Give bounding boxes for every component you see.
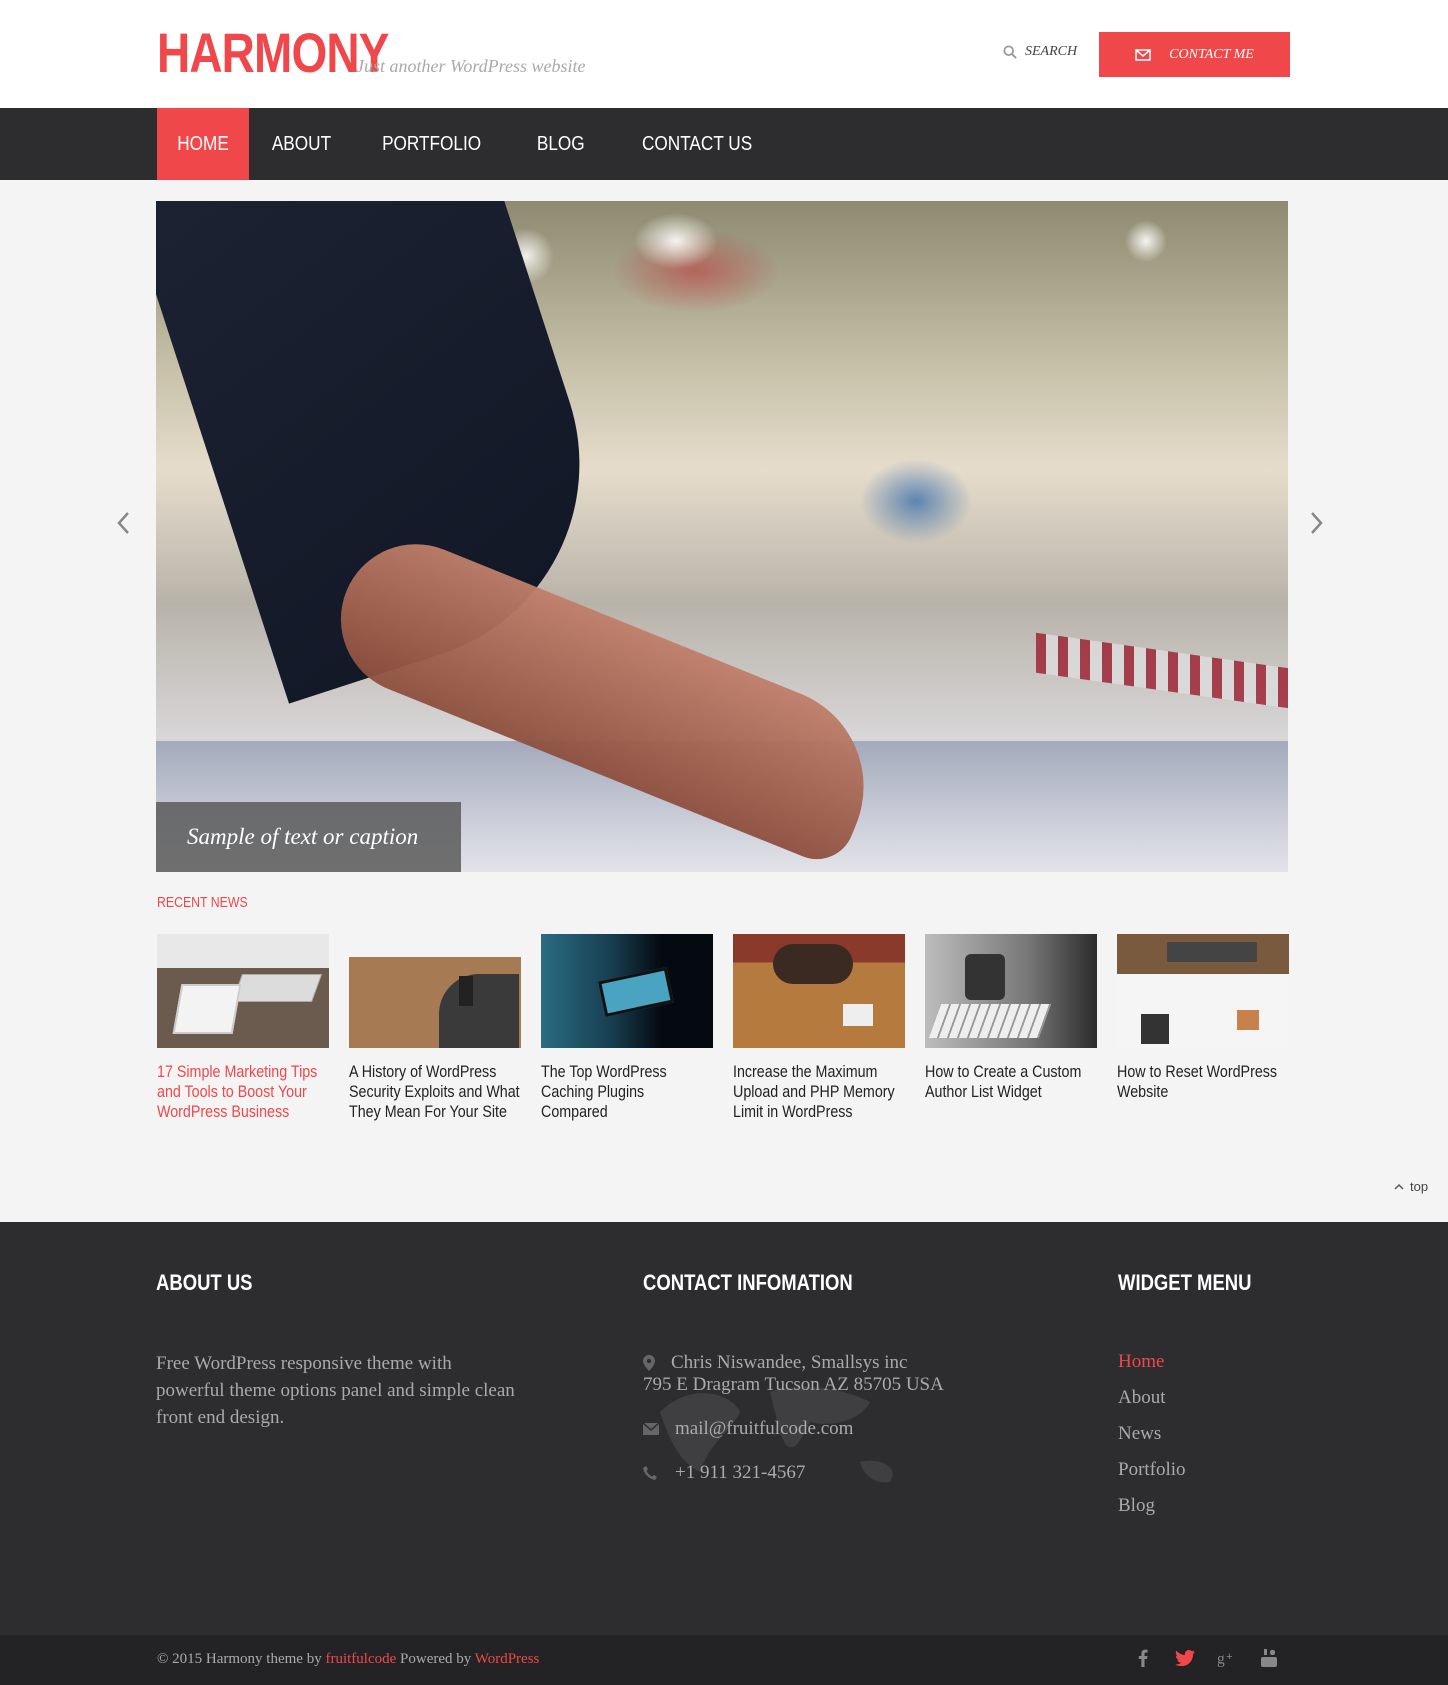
twitter-icon[interactable] xyxy=(1175,1647,1195,1669)
nav-item-blog[interactable]: BLOG xyxy=(517,108,605,180)
footer-address-line2: 795 E Dragram Tucson AZ 85705 USA xyxy=(643,1374,944,1395)
back-to-top-link[interactable]: top xyxy=(1394,1179,1428,1194)
footer-menu-item-blog[interactable]: Blog xyxy=(1118,1494,1186,1517)
footer-widget-menu: Home About News Portfolio Blog xyxy=(1118,1350,1186,1530)
nav-item-portfolio[interactable]: PORTFOLIO xyxy=(358,108,505,180)
news-item[interactable]: 17 Simple Marketing Tips and Tools to Bo… xyxy=(157,934,329,1122)
main-nav: HOME ABOUT PORTFOLIO BLOG CONTACT US xyxy=(0,108,1448,180)
search-toggle[interactable]: SEARCH xyxy=(1003,44,1077,60)
hero-slider: Sample of text or caption xyxy=(156,201,1288,872)
chevron-up-icon xyxy=(1394,1183,1404,1190)
footer-about-text: Free WordPress responsive theme with pow… xyxy=(156,1353,515,1428)
envelope-icon xyxy=(643,1423,659,1435)
nav-item-about[interactable]: ABOUT xyxy=(253,108,350,180)
footer-phone-number: +1 911 321-4567 xyxy=(675,1462,806,1483)
wordpress-link[interactable]: WordPress xyxy=(475,1651,540,1667)
news-item[interactable]: How to Reset WordPress Website xyxy=(1117,934,1289,1102)
youtube-icon[interactable] xyxy=(1259,1647,1279,1669)
news-thumbnail[interactable] xyxy=(157,934,329,1048)
footer-email-link[interactable]: mail@fruitfulcode.com xyxy=(675,1418,853,1440)
nav-item-contact-us[interactable]: CONTACT US xyxy=(617,108,777,180)
nav-item-label: CONTACT US xyxy=(641,132,752,155)
back-to-top-label: top xyxy=(1410,1179,1429,1194)
footer-phone: +1 911 321-4567 xyxy=(643,1462,805,1484)
slider-image-knobs xyxy=(1036,632,1288,710)
news-title[interactable]: The Top WordPress Caching Plugins Compar… xyxy=(541,1062,713,1122)
phone-icon xyxy=(643,1466,657,1480)
google-plus-icon[interactable]: g + xyxy=(1217,1647,1237,1669)
footer-menu-item-home[interactable]: Home xyxy=(1118,1350,1186,1373)
news-title[interactable]: How to Create a Custom Author List Widge… xyxy=(925,1062,1097,1102)
slider-next-arrow-icon[interactable] xyxy=(1306,510,1326,536)
contact-me-label: CONTACT ME xyxy=(1169,46,1254,62)
footer-menu-item-about[interactable]: About xyxy=(1118,1386,1186,1409)
contact-me-button[interactable]: CONTACT ME xyxy=(1099,32,1290,77)
footer-address-line1: Chris Niswandee, Smallsys inc xyxy=(671,1352,908,1373)
svg-text:g: g xyxy=(1217,1650,1225,1667)
news-item[interactable]: A History of WordPress Security Exploits… xyxy=(349,934,521,1122)
news-title[interactable]: 17 Simple Marketing Tips and Tools to Bo… xyxy=(157,1062,329,1122)
nav-item-label: PORTFOLIO xyxy=(381,132,482,155)
footer-about-heading: ABOUT US xyxy=(156,1270,253,1295)
footer-contact-heading: CONTACT INFOMATION xyxy=(643,1270,853,1295)
news-thumbnail[interactable] xyxy=(1117,934,1289,1048)
copyright-text: © 2015 Harmony theme by xyxy=(157,1651,322,1667)
search-icon xyxy=(1003,45,1017,59)
recent-news-heading: RECENT NEWS xyxy=(157,894,248,911)
map-marker-icon xyxy=(643,1355,655,1371)
news-thumbnail[interactable] xyxy=(349,934,521,1048)
site-logo[interactable]: HARMONY xyxy=(157,20,389,85)
copyright: © 2015 Harmony theme by fruitfulcode Pow… xyxy=(157,1651,539,1668)
footer-widget-menu-heading: WIDGET MENU xyxy=(1118,1270,1252,1295)
site-footer: ABOUT US Free WordPress responsive theme… xyxy=(0,1222,1448,1635)
nav-item-label: ABOUT xyxy=(271,132,332,155)
news-thumbnail[interactable] xyxy=(733,934,905,1048)
search-label: SEARCH xyxy=(1025,44,1078,59)
news-thumbnail[interactable] xyxy=(925,934,1097,1048)
slider-caption: Sample of text or caption xyxy=(156,802,461,872)
social-links: g + xyxy=(1133,1647,1279,1669)
footer-address: Chris Niswandee, Smallsys inc xyxy=(643,1352,907,1374)
site-header: HARMONY Just another WordPress website S… xyxy=(0,0,1448,108)
news-title[interactable]: A History of WordPress Security Exploits… xyxy=(349,1062,521,1122)
site-tagline: Just another WordPress website xyxy=(356,56,586,76)
news-title[interactable]: How to Reset WordPress Website xyxy=(1117,1062,1289,1102)
footer-menu-item-portfolio[interactable]: Portfolio xyxy=(1118,1458,1186,1481)
powered-by-text: Powered by xyxy=(400,1651,472,1667)
nav-item-label: HOME xyxy=(177,132,229,155)
envelope-icon xyxy=(1135,48,1151,61)
nav-item-label: BLOG xyxy=(537,132,585,155)
slider-prev-arrow-icon[interactable] xyxy=(114,510,134,536)
footer-menu-item-news[interactable]: News xyxy=(1118,1422,1186,1445)
news-item[interactable]: How to Create a Custom Author List Widge… xyxy=(925,934,1097,1102)
bottom-bar: © 2015 Harmony theme by fruitfulcode Pow… xyxy=(0,1635,1448,1685)
footer-email: mail@fruitfulcode.com xyxy=(643,1418,853,1440)
news-title[interactable]: Increase the Maximum Upload and PHP Memo… xyxy=(733,1062,905,1122)
news-item[interactable]: The Top WordPress Caching Plugins Compar… xyxy=(541,934,713,1122)
news-thumbnail[interactable] xyxy=(541,934,713,1048)
author-link[interactable]: fruitfulcode xyxy=(325,1651,396,1667)
news-item[interactable]: Increase the Maximum Upload and PHP Memo… xyxy=(733,934,905,1122)
svg-text:+: + xyxy=(1226,1651,1232,1663)
nav-item-home[interactable]: HOME xyxy=(157,108,249,180)
facebook-icon[interactable] xyxy=(1133,1647,1153,1669)
